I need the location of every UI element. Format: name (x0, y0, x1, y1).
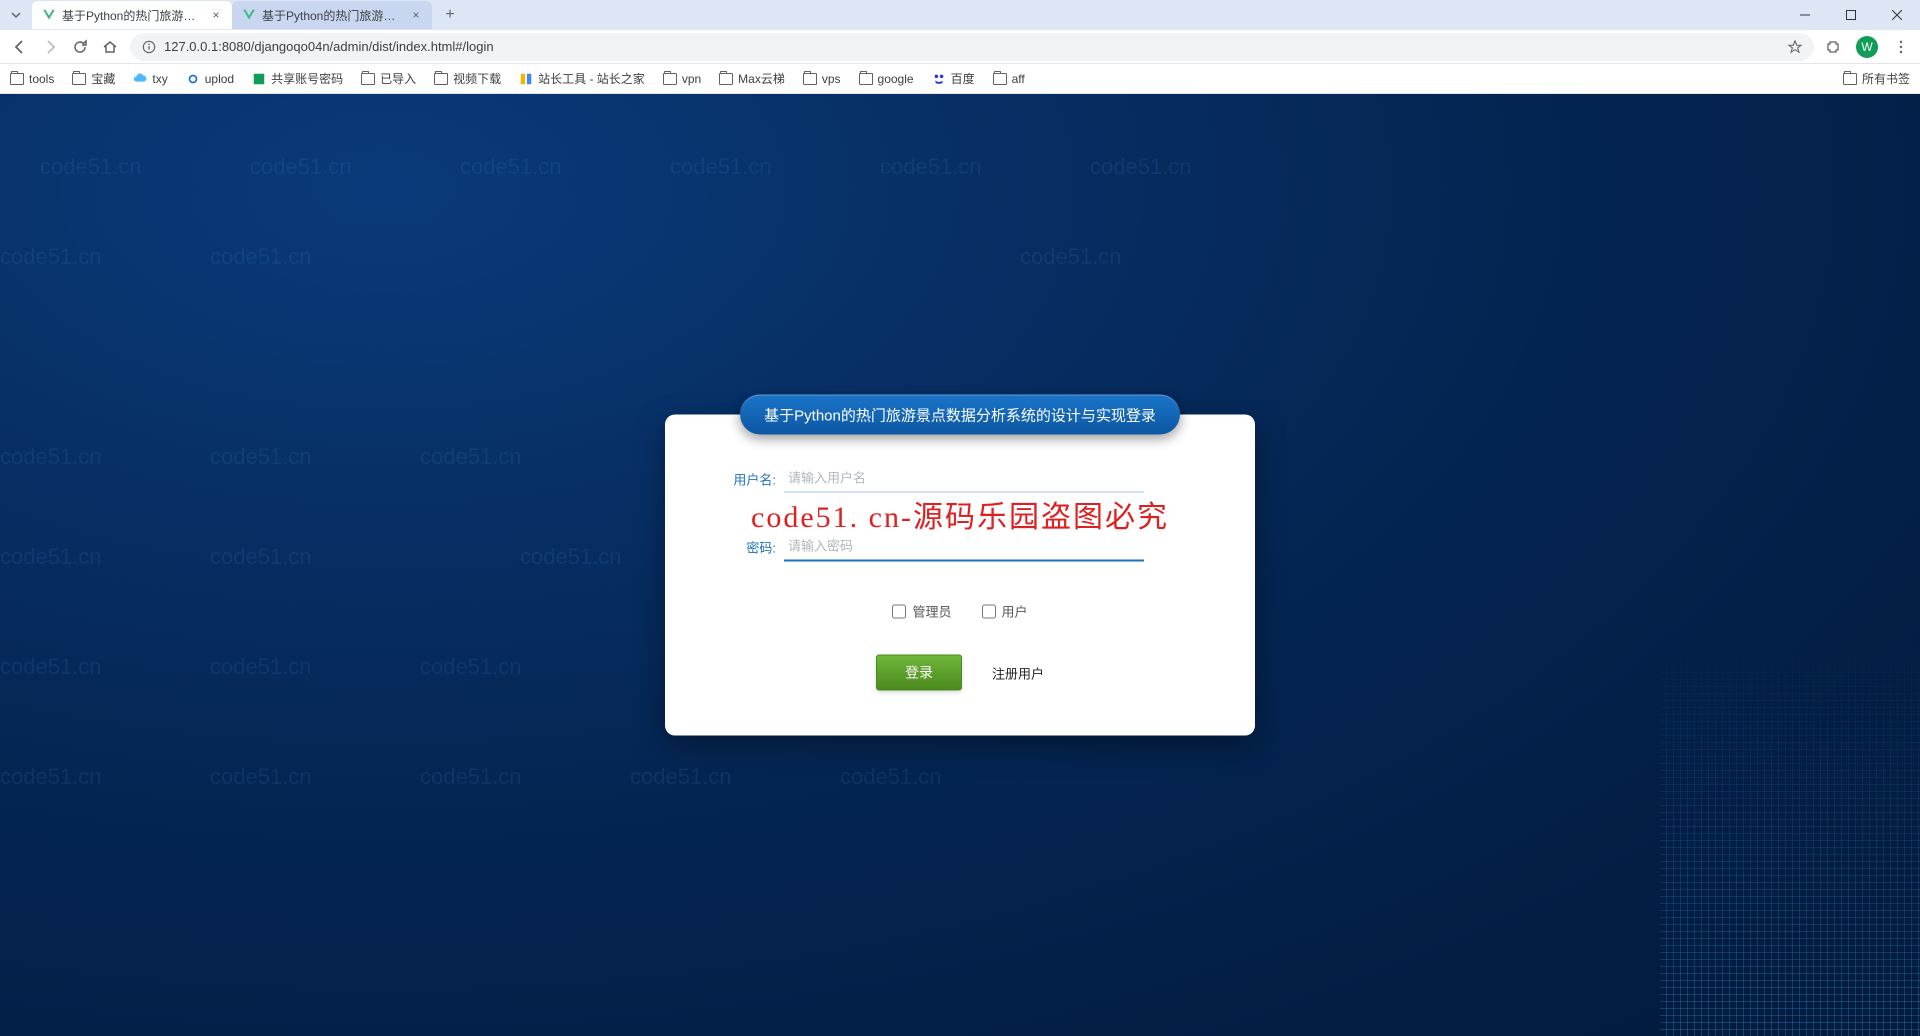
bookmark-max[interactable]: Max云梯 (719, 70, 785, 87)
bookmark-vpn[interactable]: vpn (663, 72, 701, 86)
back-button[interactable] (10, 37, 30, 57)
reload-button[interactable] (70, 37, 90, 57)
folder-icon (72, 73, 86, 85)
url-input[interactable] (164, 39, 1780, 54)
register-link[interactable]: 注册用户 (992, 663, 1044, 682)
all-bookmarks[interactable]: 所有书签 (1843, 70, 1910, 87)
link-icon (186, 72, 200, 86)
profile-avatar[interactable]: W (1856, 36, 1878, 58)
bookmark-baidu[interactable]: 百度 (932, 70, 975, 87)
bookmark-baozang[interactable]: 宝藏 (72, 70, 115, 87)
minimize-button[interactable] (1782, 0, 1828, 30)
folder-icon (10, 73, 24, 85)
address-bar: W (0, 30, 1920, 64)
login-header: 基于Python的热门旅游景点数据分析系统的设计与实现登录 (740, 395, 1180, 435)
folder-icon (803, 73, 817, 85)
username-input[interactable] (784, 465, 1144, 493)
bookmark-google[interactable]: google (859, 72, 914, 86)
role-user-option[interactable]: 用户 (982, 602, 1028, 621)
folder-icon (859, 73, 873, 85)
bookmark-imported[interactable]: 已导入 (361, 70, 416, 87)
menu-icon[interactable] (1892, 38, 1910, 56)
action-row: 登录 注册用户 (720, 655, 1200, 691)
home-button[interactable] (100, 37, 120, 57)
bookmark-zhanzhang[interactable]: 站长工具 - 站长之家 (519, 70, 645, 87)
username-row: 用户名: (720, 465, 1200, 493)
password-label: 密码: (720, 538, 776, 557)
page-content: code51.cn code51.cn code51.cn code51.cn … (0, 94, 1920, 1036)
sheet-icon (252, 72, 266, 86)
username-label: 用户名: (720, 469, 776, 488)
window-controls (1782, 0, 1920, 30)
folder-icon (434, 73, 448, 85)
bookmark-txy[interactable]: txy (133, 72, 167, 86)
bookmark-shared-pwd[interactable]: 共享账号密码 (252, 70, 343, 87)
folder-icon (993, 73, 1007, 85)
close-window-button[interactable] (1874, 0, 1920, 30)
forward-button[interactable] (40, 37, 60, 57)
role-admin-option[interactable]: 管理员 (892, 602, 951, 621)
bookmark-vps[interactable]: vps (803, 72, 841, 86)
bookmark-tools[interactable]: tools (10, 72, 54, 86)
tab-title: 基于Python的热门旅游景点数… (62, 7, 204, 24)
tab-inactive-1[interactable]: 基于Python的热门旅游景点数… × (232, 1, 432, 29)
tab-title: 基于Python的热门旅游景点数… (262, 7, 404, 24)
bookmark-video[interactable]: 视频下载 (434, 70, 501, 87)
close-icon[interactable]: × (410, 9, 422, 21)
url-box[interactable] (130, 33, 1814, 61)
bookmark-aff[interactable]: aff (993, 72, 1025, 86)
tab-active[interactable]: 基于Python的热门旅游景点数… × (32, 1, 232, 29)
tab-bar: 基于Python的热门旅游景点数… × 基于Python的热门旅游景点数… × … (0, 0, 1920, 30)
password-input[interactable] (784, 533, 1144, 562)
new-tab-button[interactable]: + (438, 3, 462, 27)
baidu-icon (932, 72, 946, 86)
vue-icon (242, 8, 256, 22)
admin-checkbox[interactable] (892, 604, 906, 618)
login-panel: 基于Python的热门旅游景点数据分析系统的设计与实现登录 用户名: 密码: 管… (665, 395, 1255, 736)
browser-chrome: 基于Python的热门旅游景点数… × 基于Python的热门旅游景点数… × … (0, 0, 1920, 94)
password-row: 密码: (720, 533, 1200, 562)
extensions-icon[interactable] (1824, 38, 1842, 56)
bookmarks-bar: tools 宝藏 txy uplod 共享账号密码 已导入 视频下载 站长工具 … (0, 64, 1920, 94)
role-row: 管理员 用户 (720, 602, 1200, 621)
folder-icon (663, 73, 677, 85)
tabs-dropdown[interactable] (8, 7, 24, 23)
close-icon[interactable]: × (210, 9, 222, 21)
maximize-button[interactable] (1828, 0, 1874, 30)
folder-icon (1843, 73, 1857, 85)
user-checkbox[interactable] (982, 604, 996, 618)
site-info-icon[interactable] (142, 40, 156, 54)
folder-icon (361, 73, 375, 85)
cloud-icon (133, 72, 147, 86)
login-card: 用户名: 密码: 管理员 用户 登录 注册用户 (665, 415, 1255, 736)
login-button[interactable]: 登录 (876, 655, 962, 691)
site-icon (519, 72, 533, 86)
folder-icon (719, 73, 733, 85)
star-icon[interactable] (1788, 40, 1802, 54)
bookmark-uplod[interactable]: uplod (186, 72, 234, 86)
vue-icon (42, 8, 56, 22)
